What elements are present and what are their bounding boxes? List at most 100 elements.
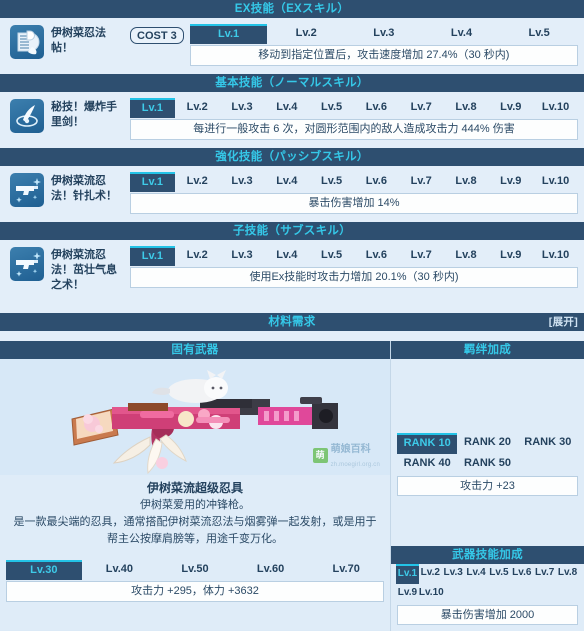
level-tab[interactable]: Lv.4 [264, 246, 309, 266]
normal-level-tabs: Lv.1 Lv.2 Lv.3 Lv.4 Lv.5 Lv.6 Lv.7 Lv.8 … [130, 98, 578, 118]
level-tab[interactable]: Lv.5 [309, 246, 354, 266]
skill-description-ex: 移动到指定位置后，攻击速度增加 27.4%（30 秒内) [189, 45, 578, 66]
level-tab[interactable]: Lv.3 [220, 246, 265, 266]
level-tab[interactable]: Lv.4 [264, 98, 309, 118]
level-tab[interactable]: Lv.4 [423, 24, 501, 44]
skill-description-passive: 暴击伤害增加 14% [130, 193, 578, 214]
skill-row-sub: 伊树菜流忍法！茁壮气息之术！ Lv.1 Lv.2 Lv.3 Lv.4 Lv.5 … [0, 240, 584, 301]
level-tab[interactable]: Lv.40 [82, 560, 158, 580]
sub-level-tabs: Lv.1 Lv.2 Lv.3 Lv.4 Lv.5 Lv.6 Lv.7 Lv.8 … [130, 246, 578, 266]
level-tab[interactable]: Lv.2 [267, 24, 345, 44]
level-tab[interactable]: Lv.8 [556, 564, 579, 584]
level-tab[interactable]: Lv.1 [130, 246, 175, 266]
bond-body: RANK 10 RANK 20 RANK 30 RANK 40 RANK 50 … [391, 433, 584, 502]
level-tab[interactable]: Lv.6 [510, 564, 533, 584]
bond-rank-tabs: RANK 10 RANK 20 RANK 30 RANK 40 RANK 50 [397, 433, 578, 474]
pistol-sparkle-icon [10, 247, 44, 281]
bond-effect: 攻击力 +23 [397, 476, 578, 496]
weapon-bottom-filler [0, 608, 390, 630]
skill-name-normal: 秘技！爆炸手里剑！ [51, 101, 117, 128]
sub-level-block: Lv.1 Lv.2 Lv.3 Lv.4 Lv.5 Lv.6 Lv.7 Lv.8 … [130, 246, 578, 288]
level-tab[interactable]: Lv.50 [157, 560, 233, 580]
level-tab[interactable]: Lv.8 [444, 246, 489, 266]
level-tab[interactable]: Lv.8 [444, 172, 489, 192]
watermark-badge: 萌 [312, 447, 328, 463]
section-title-sub: 子技能（サブスキル） [233, 225, 351, 237]
material-gap [0, 331, 584, 341]
level-tab[interactable]: Lv.3 [345, 24, 423, 44]
weapon-info: 伊树菜流超级忍具 伊树菜爱用的冲锋枪。 是一款最尖端的忍具，通常搭配伊树菜流忍法… [0, 475, 390, 556]
character-detail-page: EX技能（EXスキル） 伊树菜忍法帖！ COST 3 Lv.1 Lv.2 Lv.… [0, 0, 584, 631]
level-tab[interactable]: Lv.8 [444, 98, 489, 118]
level-tab[interactable]: Lv.4 [465, 564, 488, 584]
level-tab[interactable]: Lv.2 [419, 564, 442, 584]
skill-row-ex: 伊树菜忍法帖！ COST 3 Lv.1 Lv.2 Lv.3 Lv.4 Lv.5 … [0, 18, 584, 74]
ex-level-tabs: Lv.1 Lv.2 Lv.3 Lv.4 Lv.5 [189, 24, 578, 44]
level-tab[interactable]: Lv.1 [396, 564, 419, 584]
section-title-weapon-skill: 武器技能加成 [452, 549, 523, 561]
weapon-level-block: Lv.30 Lv.40 Lv.50 Lv.60 Lv.70 攻击力 +295，体… [0, 556, 390, 608]
watermark-url: zh.moegirl.org.cn [330, 462, 380, 468]
level-tab[interactable]: Lv.7 [399, 246, 444, 266]
level-tab[interactable]: Lv.9 [488, 98, 533, 118]
section-title-passive: 強化技能（パッシブスキル） [215, 151, 369, 163]
level-tab[interactable]: Lv.9 [396, 584, 419, 603]
skill-row-passive: 伊树菜流忍法！针扎术！ Lv.1 Lv.2 Lv.3 Lv.4 Lv.5 Lv.… [0, 166, 584, 222]
level-tab[interactable]: Lv.2 [175, 98, 220, 118]
section-title-bond: 羁绊加成 [463, 344, 512, 356]
normal-level-block: Lv.1 Lv.2 Lv.3 Lv.4 Lv.5 Lv.6 Lv.7 Lv.8 … [130, 98, 578, 140]
rank-tab[interactable]: RANK 30 [518, 433, 578, 454]
scroll-icon [10, 25, 44, 59]
level-tab[interactable]: Lv.7 [399, 98, 444, 118]
level-tab[interactable]: Lv.60 [233, 560, 309, 580]
level-tab[interactable]: Lv.3 [442, 564, 465, 584]
bond-rank-tabs-wrap: RANK 10 RANK 20 RANK 30 RANK 40 RANK 50 [391, 433, 584, 474]
rank-tab[interactable]: RANK 50 [457, 454, 517, 474]
section-header-material[interactable]: 材料需求 [展开] [0, 313, 584, 331]
level-tab[interactable]: Lv.6 [354, 98, 399, 118]
section-header-sub-skill: 子技能（サブスキル） [0, 222, 584, 240]
level-tab[interactable]: Lv.5 [309, 98, 354, 118]
level-tab[interactable]: Lv.2 [175, 172, 220, 192]
right-panels: 羁绊加成 RANK 10 RANK 20 RANK 30 RANK 40 RAN… [390, 341, 584, 631]
level-tab[interactable]: Lv.5 [488, 564, 511, 584]
weapon-skill-effect: 暴击伤害增加 2000 [397, 605, 578, 625]
rank-tab[interactable]: RANK 10 [397, 433, 458, 454]
level-tab[interactable]: Lv.10 [533, 172, 578, 192]
level-tab[interactable]: Lv.7 [399, 172, 444, 192]
level-tab[interactable]: Lv.6 [354, 172, 399, 192]
level-tab[interactable]: Lv.10 [533, 246, 578, 266]
level-tab[interactable]: Lv.10 [419, 584, 444, 603]
level-tab[interactable]: Lv.5 [500, 24, 578, 44]
skill-description-sub: 使用Ex技能时攻击力增加 20.1%（30 秒内) [130, 267, 578, 288]
watermark: 萌 萌娘百科 zh.moegirl.org.cn [312, 441, 380, 469]
section-gap [0, 301, 584, 313]
level-tab[interactable]: Lv.2 [175, 246, 220, 266]
level-tab[interactable]: Lv.5 [309, 172, 354, 192]
level-tab[interactable]: Lv.3 [220, 172, 265, 192]
level-tab[interactable]: Lv.7 [533, 564, 556, 584]
level-tab[interactable]: Lv.1 [130, 172, 175, 192]
section-header-weapon: 固有武器 [0, 341, 390, 359]
skill-name-sub: 伊树菜流忍法！茁壮气息之术！ [51, 249, 117, 291]
level-tab[interactable]: Lv.30 [6, 560, 82, 580]
skill-name-passive: 伊树菜流忍法！针扎术！ [51, 175, 117, 202]
level-tab[interactable]: Lv.70 [308, 560, 384, 580]
weapon-name: 伊树菜流超级忍具 [146, 481, 243, 495]
weapon-description: 是一款最尖端的忍具，通常搭配伊树菜流忍法与烟雾弹一起发射，或是用于帮主公按摩肩膀… [13, 516, 377, 545]
rank-tab[interactable]: RANK 40 [397, 454, 457, 474]
level-tab[interactable]: Lv.4 [264, 172, 309, 192]
skill-name-ex: 伊树菜忍法帖！ [51, 27, 106, 54]
weapon-skill-level-tabs: Lv.1 Lv.2 Lv.3 Lv.4 Lv.5 Lv.6 Lv.7 Lv.8 … [391, 564, 584, 603]
expand-material-link[interactable]: [展开] [549, 313, 578, 331]
level-tab[interactable]: Lv.3 [220, 98, 265, 118]
level-tab[interactable]: Lv.1 [130, 98, 175, 118]
level-tab[interactable]: Lv.10 [533, 98, 578, 118]
level-tab[interactable]: Lv.6 [354, 246, 399, 266]
level-tab[interactable]: Lv.9 [488, 246, 533, 266]
ex-level-block: Lv.1 Lv.2 Lv.3 Lv.4 Lv.5 移动到指定位置后，攻击速度增加… [189, 24, 578, 66]
level-tab[interactable]: Lv.9 [488, 172, 533, 192]
weapon-stats: 攻击力 +295，体力 +3632 [6, 581, 384, 602]
rank-tab[interactable]: RANK 20 [457, 433, 517, 454]
level-tab[interactable]: Lv.1 [189, 24, 268, 44]
